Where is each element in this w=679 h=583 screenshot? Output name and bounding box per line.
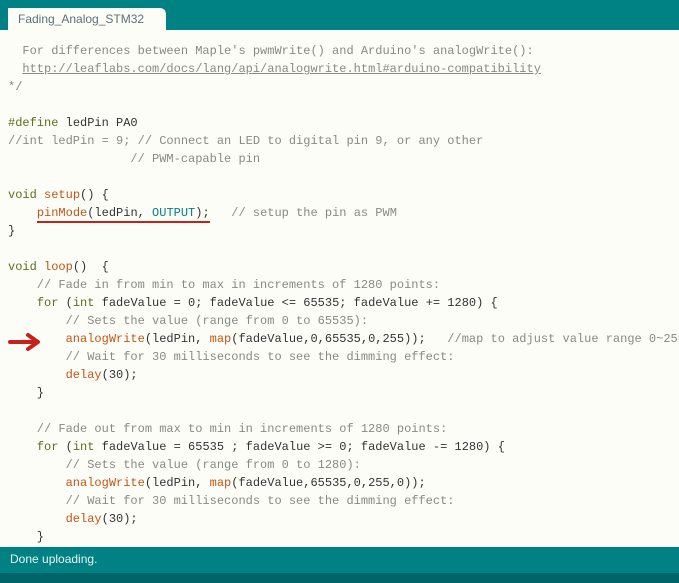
code-preproc: #define [8, 116, 58, 130]
code-comment: // Wait for 30 milliseconds to see the d… [8, 350, 454, 364]
code-text: ( [58, 440, 72, 454]
code-type: int [73, 440, 95, 454]
code-type: int [73, 296, 95, 310]
code-text: ); [195, 206, 209, 220]
code-func: setup [37, 188, 80, 202]
window-top-bar [0, 0, 679, 8]
code-text: (fadeValue,65535,0,255,0)); [231, 476, 425, 490]
code-text: (ledPin, [145, 332, 210, 346]
code-func: loop [37, 260, 73, 274]
code-text: (fadeValue,0,65535,0,255)); [231, 332, 425, 346]
status-text: Done uploading. [10, 552, 97, 566]
code-text: } [8, 530, 44, 544]
code-keyword: for [37, 296, 59, 310]
code-text: ledPin PA0 [58, 116, 137, 130]
code-comment: //int ledPin = 9; // Connect an LED to d… [8, 134, 483, 148]
code-text: } [8, 224, 15, 238]
code-func-pinmode: pinMode [37, 206, 87, 220]
code-comment: For differences between Maple's pwmWrite… [8, 44, 534, 58]
code-comment: // Sets the value (range from 0 to 1280)… [8, 458, 361, 472]
code-text: ( [58, 296, 72, 310]
code-text: } [8, 386, 44, 400]
code-text: (30); [102, 512, 138, 526]
code-editor[interactable]: For differences between Maple's pwmWrite… [0, 30, 679, 547]
code-func-map: map [210, 476, 232, 490]
code-func-map: map [210, 332, 232, 346]
window-bottom-bar [0, 573, 679, 583]
tab-row: Fading_Analog_STM32 [0, 8, 679, 30]
tab-label: Fading_Analog_STM32 [18, 12, 144, 26]
code-link[interactable]: http://leaflabs.com/docs/lang/api/analog… [22, 62, 540, 76]
code-func-analogwrite: analogWrite [66, 476, 145, 490]
code-comment: // Fade out from max to min in increment… [8, 422, 447, 436]
code-keyword: void [8, 188, 37, 202]
code-text: (ledPin, [87, 206, 152, 220]
code-text: fadeValue = 0; fadeValue <= 65535; fadeV… [94, 296, 497, 310]
code-keyword: for [37, 440, 59, 454]
code-keyword: void [8, 260, 37, 274]
status-bar: Done uploading. [0, 547, 679, 573]
code-comment: */ [8, 80, 22, 94]
code-comment: //map to adjust value range 0~255 [426, 332, 679, 346]
code-comment: // Wait for 30 milliseconds to see the d… [8, 494, 454, 508]
code-text: (ledPin, [145, 476, 210, 490]
code-const: OUTPUT [152, 206, 195, 220]
code-comment: // setup the pin as PWM [210, 206, 397, 220]
code-text: () { [73, 260, 109, 274]
code-comment: // PWM-capable pin [8, 152, 260, 166]
code-comment: // Sets the value (range from 0 to 65535… [8, 314, 368, 328]
code-comment: // Fade in from min to max in increments… [8, 278, 440, 292]
code-func-analogwrite: analogWrite [66, 332, 145, 346]
code-func-delay: delay [66, 368, 102, 382]
code-func-delay: delay [66, 512, 102, 526]
annotation-arrow-icon [8, 333, 48, 351]
code-text: () { [80, 188, 109, 202]
code-text: fadeValue = 65535 ; fadeValue >= 0; fade… [94, 440, 504, 454]
code-text: (30); [102, 368, 138, 382]
tab-fading-analog[interactable]: Fading_Analog_STM32 [8, 8, 166, 30]
